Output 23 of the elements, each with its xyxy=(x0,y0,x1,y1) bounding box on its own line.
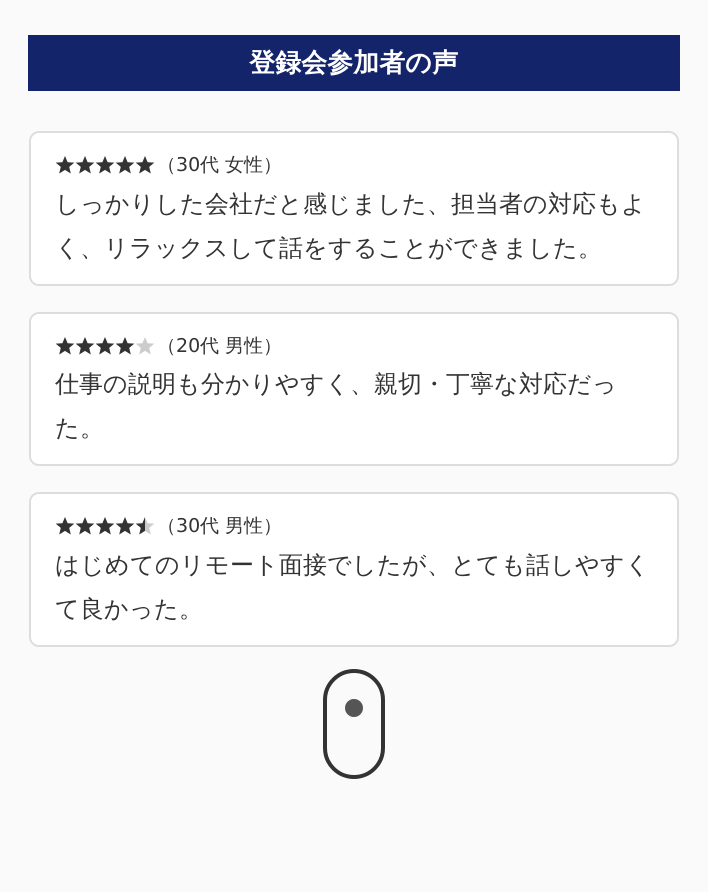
reviewer-info: （30代 男性） xyxy=(157,514,282,539)
star-icon xyxy=(115,155,135,176)
star-icon xyxy=(95,155,115,176)
review-text: 仕事の説明も分かりやすく、親切・丁寧な対応だった。 xyxy=(55,369,618,444)
star-icon xyxy=(135,516,155,536)
star-icon xyxy=(115,336,135,356)
star-icon xyxy=(95,336,115,356)
star-icon xyxy=(135,336,155,356)
reviewer-info: （20代 男性） xyxy=(157,334,282,358)
star-icon xyxy=(95,516,115,536)
star-icon xyxy=(75,516,95,536)
star-icon xyxy=(135,155,155,176)
star-icon xyxy=(75,336,95,356)
mouse-scroll-icon xyxy=(323,668,385,778)
reviewer-info: （30代 女性） xyxy=(157,153,282,178)
section-heading: 登録会参加者の声 xyxy=(28,35,680,91)
star-icon xyxy=(55,336,75,356)
review-text: しっかりした会社だと感じました、担当者の対応もよく、リラックスして話をすることができました。 xyxy=(55,188,647,264)
star-icon xyxy=(55,155,75,176)
star-icon xyxy=(115,516,135,536)
star-icon xyxy=(75,155,95,176)
review-text: はじめてのリモート面接でしたが、とても話しやすくて良かった。 xyxy=(55,550,651,624)
star-icon xyxy=(55,516,75,536)
